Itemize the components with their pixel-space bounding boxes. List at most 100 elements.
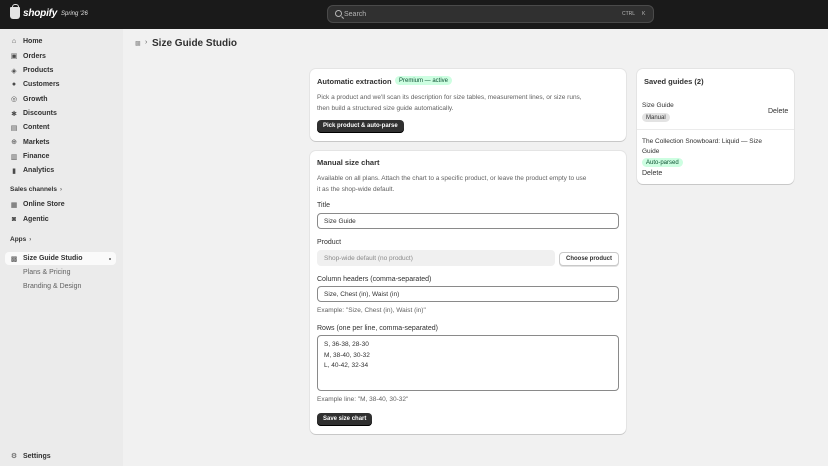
store-icon: ▦	[10, 201, 18, 209]
rows-textarea[interactable]: S, 36-38, 28-30 M, 38-40, 30-32 L, 40-42…	[317, 335, 619, 391]
sidebar-item-label: Size Guide Studio	[23, 255, 83, 262]
customers-icon: ●	[11, 81, 17, 88]
guide-name-line: Guide	[642, 148, 660, 155]
apps-heading[interactable]: Apps ›	[10, 236, 31, 243]
sidebar-item-content[interactable]: ▤ Content	[5, 121, 116, 134]
sidebar-item-agentic[interactable]: ◙ Agentic	[5, 213, 116, 226]
sidebar: ⌂ Home ▣ Orders ◈ Products ● Customers ◎…	[0, 29, 123, 466]
sidebar-item-label: Markets	[23, 138, 50, 146]
title-field[interactable]: Size Guide	[317, 213, 619, 229]
breadcrumb-chevron-icon: ›	[145, 39, 148, 46]
sidebar-item-label: Products	[23, 67, 54, 74]
sidebar-item-analytics[interactable]: ▮ Analytics	[5, 164, 116, 177]
apps-label: Apps	[10, 236, 27, 243]
more-icon[interactable]	[109, 257, 111, 260]
title-label: Title	[317, 202, 330, 209]
app-breadcrumb-icon[interactable]: ▩	[135, 40, 141, 47]
chevron-right-icon: ›	[59, 187, 62, 193]
column-headers-help: Example: "Size, Chest (in), Waist (in)"	[317, 307, 426, 314]
sidebar-item-online-store[interactable]: ▦ Online Store	[5, 198, 116, 211]
premium-status-badge: Premium — active	[395, 76, 453, 85]
rows-line: L, 40-42, 32-34	[324, 362, 369, 369]
top-bar: shopify Spring '26 Search CTRL K	[0, 0, 828, 29]
sidebar-item-growth[interactable]: ◎ Growth	[5, 93, 116, 106]
description-line: it as the shop-wide default.	[317, 185, 395, 193]
sidebar-item-markets[interactable]: ⊕ Markets	[5, 136, 116, 149]
sidebar-item-label: Agentic	[23, 215, 49, 223]
shopify-logo[interactable]: shopify	[10, 4, 58, 19]
description-line: Available on all plans. Attach the chart…	[317, 175, 587, 182]
rows-line: M, 38-40, 30-32	[324, 351, 370, 359]
guide-name: Size Guide	[642, 102, 674, 109]
sidebar-subitem-branding[interactable]: Branding & Design	[23, 283, 81, 290]
rows-label: Rows (one per line, comma-separated)	[317, 325, 438, 332]
card-description: Pick a product and we'll scan its descri…	[317, 93, 622, 114]
sidebar-item-size-guide-studio[interactable]: ▩ Size Guide Studio	[5, 252, 116, 265]
chevron-right-icon: ›	[29, 237, 32, 243]
card-description: Available on all plans. Attach the chart…	[317, 174, 622, 195]
sidebar-item-label: Orders	[23, 52, 46, 60]
delete-guide-button[interactable]: Delete	[642, 170, 662, 177]
column-headers-value: Size, Chest (in), Waist (in)	[324, 290, 400, 298]
column-headers-label: Column headers (comma-separated)	[317, 276, 432, 283]
gear-icon: ⚙	[10, 453, 18, 460]
analytics-icon: ▮	[12, 167, 16, 175]
card-title: Saved guides (2)	[644, 77, 704, 86]
home-icon: ⌂	[11, 38, 17, 45]
brand-name: shopify	[23, 7, 58, 19]
column-headers-field[interactable]: Size, Chest (in), Waist (in)	[317, 286, 619, 302]
app-icon: ▩	[10, 255, 18, 263]
sidebar-item-label: Customers	[23, 81, 60, 88]
page-title: Size Guide Studio	[152, 38, 238, 49]
description-line: then build a structured size guide autom…	[317, 104, 454, 112]
products-icon: ◈	[11, 67, 17, 75]
guide-name: The Collection Snowboard: Liquid — Size …	[642, 137, 792, 157]
save-size-chart-button[interactable]: Save size chart	[317, 413, 373, 426]
sidebar-item-label: Growth	[23, 95, 48, 103]
card-title: Automatic extraction	[317, 77, 392, 86]
delete-guide-button[interactable]: Delete	[768, 108, 788, 115]
sidebar-subitem-plans[interactable]: Plans & Pricing	[23, 269, 70, 276]
auto-parse-button[interactable]: Pick product & auto-parse	[317, 120, 404, 133]
sidebar-item-orders[interactable]: ▣ Orders	[5, 50, 116, 63]
orders-icon: ▣	[10, 53, 18, 60]
sidebar-item-home[interactable]: ⌂ Home	[5, 35, 116, 48]
card-title: Manual size chart	[317, 158, 380, 167]
content-icon: ▤	[10, 124, 18, 132]
sidebar-item-label: Content	[23, 124, 50, 131]
choose-product-button[interactable]: Choose product	[559, 252, 619, 266]
shortcut-ctrl: CTRL	[622, 11, 636, 17]
shortcut-key: K	[642, 11, 646, 17]
rows-line: S, 36-38, 28-30	[324, 341, 369, 348]
product-field-value: Shop-wide default (no product)	[324, 254, 413, 262]
sidebar-item-discounts[interactable]: ✱ Discounts	[5, 107, 116, 120]
saved-guides-card: Saved guides (2) Size Guide Manual Delet…	[637, 69, 794, 184]
sidebar-item-label: Analytics	[23, 167, 55, 174]
product-field: Shop-wide default (no product)	[317, 250, 555, 266]
sidebar-item-label: Home	[23, 38, 43, 45]
finance-icon: ▥	[10, 153, 18, 161]
shopify-bag-icon	[10, 4, 20, 19]
sidebar-item-label: Finance	[23, 153, 50, 160]
sidebar-item-label: Discounts	[23, 110, 57, 117]
automatic-extraction-card: Automatic extraction Premium — active Pi…	[310, 69, 626, 141]
search-placeholder: Search	[344, 11, 367, 18]
search-icon	[335, 10, 342, 17]
main-content: ▩ › Size Guide Studio Automatic extracti…	[123, 29, 828, 466]
sidebar-item-label: Online Store	[23, 201, 65, 208]
search-input[interactable]: Search CTRL K	[327, 5, 654, 23]
sales-channels-heading[interactable]: Sales channels ›	[10, 186, 62, 193]
description-line: Pick a product and we'll scan its descri…	[317, 94, 582, 101]
growth-icon: ◎	[10, 96, 18, 103]
sidebar-item-finance[interactable]: ▥ Finance	[5, 150, 116, 163]
guide-type-badge: Auto-parsed	[642, 158, 683, 167]
divider	[637, 129, 794, 130]
sidebar-item-settings[interactable]: ⚙ Settings	[5, 450, 116, 463]
agentic-icon: ◙	[11, 215, 17, 223]
title-field-value: Size Guide	[324, 217, 356, 225]
guide-type-badge: Manual	[642, 113, 670, 122]
sales-channels-label: Sales channels	[10, 186, 57, 193]
sidebar-item-customers[interactable]: ● Customers	[5, 78, 116, 91]
sidebar-item-products[interactable]: ◈ Products	[5, 64, 116, 77]
edition-label: Spring '26	[61, 11, 88, 17]
